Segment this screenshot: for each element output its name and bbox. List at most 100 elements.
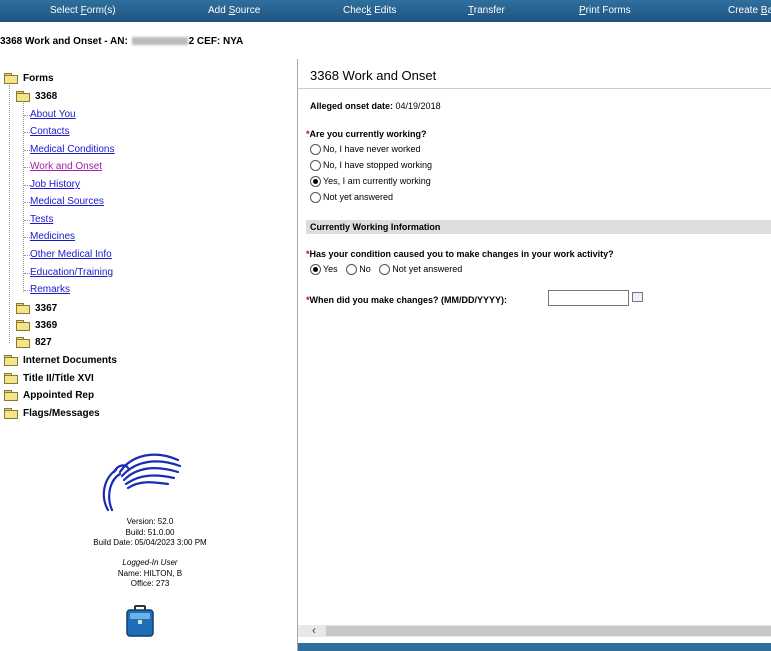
top-toolbar: Select Form(s) Add Source Check Edits Tr… bbox=[0, 0, 771, 22]
radio-label: No, I have stopped working bbox=[323, 160, 433, 170]
section-header: Currently Working Information bbox=[306, 220, 771, 234]
select-forms-button[interactable]: Select Form(s) bbox=[50, 5, 116, 16]
tree-node-label: 3367 bbox=[35, 303, 58, 314]
print-forms-button[interactable]: Print Forms bbox=[579, 5, 631, 16]
redacted-number bbox=[131, 37, 188, 46]
check-edits-button[interactable]: Check Edits bbox=[343, 5, 396, 16]
change-date-label: When did you make changes? (MM/DD/YYYY): bbox=[309, 295, 508, 305]
changes-option-not-answered[interactable]: Not yet answered bbox=[379, 264, 463, 276]
scroll-left-icon[interactable]: ‹ bbox=[312, 623, 316, 637]
tree-node-label: Title II/Title XVI bbox=[23, 373, 94, 384]
tree-node-label: 3368 bbox=[35, 91, 58, 102]
build-date-text: Build Date: 05/04/2023 3:00 PM bbox=[93, 538, 207, 547]
add-source-button[interactable]: Add Source bbox=[208, 5, 260, 16]
tree-guide bbox=[9, 85, 10, 343]
tree-node-label: 3369 bbox=[35, 320, 58, 331]
user-office: Office: 273 bbox=[130, 579, 170, 588]
tree-node-3367[interactable]: 3367 bbox=[16, 303, 58, 315]
tree-node-827[interactable]: 827 bbox=[16, 337, 52, 349]
nav-link-about-you[interactable]: About You bbox=[30, 109, 76, 120]
folder-open-icon bbox=[4, 73, 18, 85]
user-name: Name: HILTON, B bbox=[117, 568, 183, 578]
calendar-icon[interactable] bbox=[632, 292, 643, 302]
changes-option-yes[interactable]: Yes bbox=[310, 264, 338, 276]
agency-eagle-logo bbox=[102, 453, 182, 512]
onset-date-label: Alleged onset date: bbox=[310, 101, 394, 111]
tree-node-label: 827 bbox=[35, 337, 52, 348]
changes-question: *Has your condition caused you to make c… bbox=[306, 249, 614, 259]
folder-icon bbox=[4, 390, 18, 402]
radio-label: No, I have never worked bbox=[323, 144, 421, 154]
case-title-prefix: 3368 Work and Onset - AN: bbox=[0, 36, 131, 47]
user-info: Logged-In User Name: HILTON, B Office: 2… bbox=[40, 558, 260, 590]
tree-node-label: Forms bbox=[23, 73, 54, 84]
change-date-question: *When did you make changes? (MM/DD/YYYY)… bbox=[306, 295, 507, 305]
tree-node-3368[interactable]: 3368 bbox=[16, 91, 58, 103]
onset-date-row: Alleged onset date: 04/19/2018 bbox=[310, 101, 441, 111]
folder-icon bbox=[4, 408, 18, 420]
radio-button[interactable] bbox=[310, 144, 321, 156]
tree-node-flags-messages[interactable]: Flags/Messages bbox=[4, 408, 100, 420]
case-title: 3368 Work and Onset - AN: 2 CEF: NYA bbox=[0, 36, 243, 47]
working-question: *Are you currently working? bbox=[306, 129, 427, 139]
working-option-yes[interactable]: Yes, I am currently working bbox=[310, 176, 431, 188]
form-title: 3368 Work and Onset bbox=[310, 68, 437, 83]
nav-link-education-training[interactable]: Education/Training bbox=[30, 267, 113, 278]
folder-icon bbox=[16, 337, 30, 349]
tree-node-3369[interactable]: 3369 bbox=[16, 320, 58, 332]
form-pane: 3368 Work and Onset Alleged onset date: … bbox=[298, 59, 771, 651]
radio-label: Yes, I am currently working bbox=[323, 176, 431, 186]
radio-button-selected[interactable] bbox=[310, 264, 321, 276]
radio-button[interactable] bbox=[310, 160, 321, 172]
transfer-button[interactable]: Transfer bbox=[468, 5, 505, 16]
nav-link-job-history[interactable]: Job History bbox=[30, 179, 80, 190]
scrollbar-thumb[interactable] bbox=[326, 626, 771, 636]
change-date-input[interactable] bbox=[548, 290, 629, 306]
folder-icon bbox=[16, 303, 30, 315]
radio-button[interactable] bbox=[310, 192, 321, 204]
version-text: Version: 52.0 bbox=[126, 517, 174, 526]
nav-link-tests[interactable]: Tests bbox=[30, 214, 53, 225]
build-text: Build: 51.0.00 bbox=[125, 527, 175, 537]
create-button[interactable]: Create Ba bbox=[728, 5, 771, 16]
working-question-text: Are you currently working? bbox=[309, 129, 427, 139]
nav-link-medical-conditions[interactable]: Medical Conditions bbox=[30, 144, 115, 155]
folder-icon bbox=[4, 355, 18, 367]
briefcase-icon[interactable] bbox=[125, 604, 155, 638]
changes-options: Yes No Not yet answered bbox=[310, 264, 463, 276]
folder-open-icon bbox=[16, 91, 30, 103]
bottom-bar bbox=[298, 643, 771, 651]
onset-date-value: 04/19/2018 bbox=[395, 101, 441, 111]
radio-button-selected[interactable] bbox=[310, 176, 321, 188]
radio-label: Yes bbox=[323, 264, 338, 274]
version-info: Version: 52.0 Build: 51.0.00 Build Date:… bbox=[40, 517, 260, 549]
nav-link-work-and-onset[interactable]: Work and Onset bbox=[30, 161, 102, 172]
case-title-suffix: 2 CEF: NYA bbox=[188, 36, 244, 47]
nav-link-contacts[interactable]: Contacts bbox=[30, 126, 69, 137]
changes-question-text: Has your condition caused you to make ch… bbox=[309, 249, 614, 259]
changes-option-no[interactable]: No bbox=[346, 264, 371, 276]
folder-icon bbox=[4, 373, 18, 385]
radio-label: Not yet answered bbox=[392, 264, 463, 274]
tree-node-label: Internet Documents bbox=[23, 355, 117, 366]
radio-button[interactable] bbox=[346, 264, 358, 276]
logged-in-label: Logged-In User bbox=[122, 558, 178, 567]
working-option-not-answered[interactable]: Not yet answered bbox=[310, 192, 394, 204]
working-option-never[interactable]: No, I have never worked bbox=[310, 144, 421, 156]
radio-label: Not yet answered bbox=[323, 192, 394, 202]
horizontal-scrollbar[interactable]: ‹ bbox=[298, 623, 771, 637]
folder-icon bbox=[16, 320, 30, 332]
radio-label: No bbox=[359, 264, 371, 274]
working-option-stopped[interactable]: No, I have stopped working bbox=[310, 160, 433, 172]
nav-link-medicines[interactable]: Medicines bbox=[30, 231, 75, 242]
tree-node-forms[interactable]: Forms bbox=[4, 73, 54, 85]
nav-link-remarks[interactable]: Remarks bbox=[30, 284, 70, 295]
tree-node-internet-documents[interactable]: Internet Documents bbox=[4, 355, 117, 367]
tree-node-appointed-rep[interactable]: Appointed Rep bbox=[4, 390, 94, 402]
title-divider bbox=[298, 88, 771, 89]
nav-link-other-medical-info[interactable]: Other Medical Info bbox=[30, 249, 112, 260]
tree-node-label: Flags/Messages bbox=[23, 408, 100, 419]
nav-link-medical-sources[interactable]: Medical Sources bbox=[30, 196, 104, 207]
radio-button[interactable] bbox=[379, 264, 391, 276]
tree-node-title-ii[interactable]: Title II/Title XVI bbox=[4, 373, 94, 385]
